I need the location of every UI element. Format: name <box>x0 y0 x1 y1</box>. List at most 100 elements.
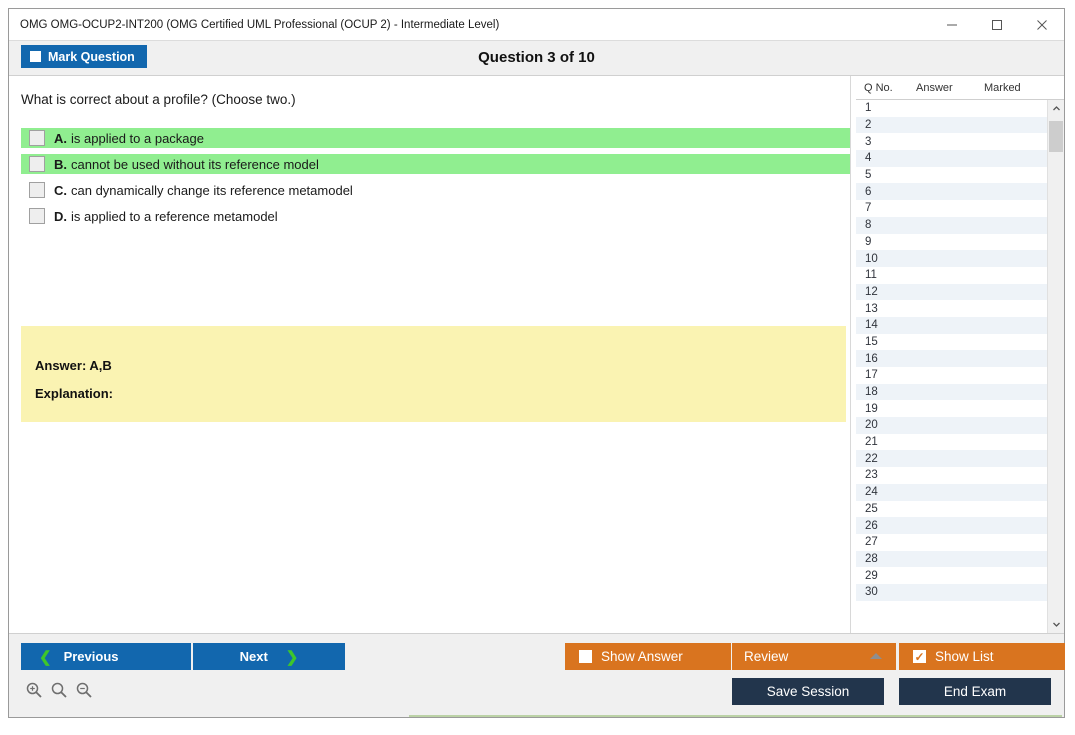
zoom-reset-icon[interactable] <box>50 681 68 704</box>
next-button-label: Next <box>240 649 268 664</box>
option-letter: A. <box>54 131 67 146</box>
end-exam-button[interactable]: End Exam <box>899 678 1051 705</box>
question-list-row[interactable]: 23 <box>856 467 1047 484</box>
row-question-number: 19 <box>856 403 915 415</box>
column-header-qno: Q No. <box>856 82 916 94</box>
row-question-number: 28 <box>856 553 915 565</box>
previous-button[interactable]: ❮ Previous <box>21 643 191 670</box>
question-list-row[interactable]: 8 <box>856 217 1047 234</box>
row-question-number: 4 <box>856 152 915 164</box>
option-text: cannot be used without its reference mod… <box>71 157 319 172</box>
option-checkbox-icon[interactable] <box>29 130 45 146</box>
question-list-row[interactable]: 10 <box>856 250 1047 267</box>
question-list-row[interactable]: 11 <box>856 267 1047 284</box>
scroll-up-arrow-icon[interactable] <box>1048 100 1064 117</box>
question-list-row[interactable]: 1 <box>856 100 1047 117</box>
close-button[interactable] <box>1019 10 1064 40</box>
answer-option-a[interactable]: A.is applied to a package <box>21 128 850 148</box>
question-list-row[interactable]: 22 <box>856 450 1047 467</box>
answer-options-list: A.is applied to a package B.cannot be use… <box>21 128 850 232</box>
question-list-row[interactable]: 28 <box>856 551 1047 568</box>
question-list-row[interactable]: 3 <box>856 133 1047 150</box>
option-checkbox-icon[interactable] <box>29 208 45 224</box>
row-question-number: 25 <box>856 503 915 515</box>
question-list-row[interactable]: 19 <box>856 400 1047 417</box>
explanation-line: Explanation: <box>35 386 113 401</box>
row-question-number: 3 <box>856 136 915 148</box>
question-list-scrollbar[interactable] <box>1047 100 1064 633</box>
minimize-button[interactable] <box>929 10 974 40</box>
row-question-number: 8 <box>856 219 915 231</box>
row-question-number: 15 <box>856 336 915 348</box>
option-checkbox-icon[interactable] <box>29 156 45 172</box>
question-list-row[interactable]: 13 <box>856 300 1047 317</box>
question-list-row[interactable]: 27 <box>856 534 1047 551</box>
caret-up-icon[interactable] <box>870 653 882 659</box>
row-question-number: 6 <box>856 186 915 198</box>
question-list-row[interactable]: 18 <box>856 384 1047 401</box>
mark-question-button[interactable]: Mark Question <box>21 45 147 68</box>
check-icon: ✓ <box>914 651 924 663</box>
option-letter: D. <box>54 209 67 224</box>
question-list-row[interactable]: 9 <box>856 234 1047 251</box>
column-header-answer: Answer <box>916 82 984 94</box>
question-list-row[interactable]: 12 <box>856 284 1047 301</box>
row-question-number: 12 <box>856 286 915 298</box>
option-checkbox-icon[interactable] <box>29 182 45 198</box>
zoom-out-icon[interactable] <box>75 681 93 704</box>
row-question-number: 17 <box>856 369 915 381</box>
answer-option-c[interactable]: C.can dynamically change its reference m… <box>21 180 850 200</box>
row-question-number: 22 <box>856 453 915 465</box>
row-question-number: 7 <box>856 202 915 214</box>
question-pane: What is correct about a profile? (Choose… <box>9 76 851 633</box>
question-list-row[interactable]: 29 <box>856 567 1047 584</box>
question-list-row[interactable]: 2 <box>856 117 1047 134</box>
row-question-number: 11 <box>856 269 915 281</box>
question-counter: Question 3 of 10 <box>9 41 1064 75</box>
question-list-row[interactable]: 30 <box>856 584 1047 601</box>
zoom-in-icon[interactable] <box>25 681 43 704</box>
question-list-row[interactable]: 21 <box>856 434 1047 451</box>
show-answer-button[interactable]: Show Answer <box>565 643 731 670</box>
show-answer-checkbox-icon[interactable] <box>579 650 592 663</box>
bottom-bar: ❮ Previous Next ❯ Show Answer Review <box>9 633 1064 717</box>
question-list-row[interactable]: 24 <box>856 484 1047 501</box>
answer-option-b[interactable]: B.cannot be used without its reference m… <box>21 154 850 174</box>
question-list-row[interactable]: 17 <box>856 367 1047 384</box>
save-session-button[interactable]: Save Session <box>732 678 884 705</box>
mark-question-label: Mark Question <box>48 50 135 64</box>
next-button[interactable]: Next ❯ <box>193 643 345 670</box>
row-question-number: 23 <box>856 469 915 481</box>
answer-explanation-panel: Answer: A,B Explanation: <box>21 326 846 422</box>
option-letter: C. <box>54 183 67 198</box>
row-question-number: 16 <box>856 353 915 365</box>
question-list-row[interactable]: 14 <box>856 317 1047 334</box>
save-session-label: Save Session <box>767 684 850 699</box>
show-answer-label: Show Answer <box>601 649 683 664</box>
question-list-row[interactable]: 6 <box>856 183 1047 200</box>
question-list-row[interactable]: 5 <box>856 167 1047 184</box>
question-list-row[interactable]: 25 <box>856 501 1047 518</box>
row-question-number: 20 <box>856 419 915 431</box>
review-dropdown-button[interactable]: Review <box>732 643 896 670</box>
question-list-row[interactable]: 26 <box>856 517 1047 534</box>
show-list-checkbox-icon[interactable]: ✓ <box>913 650 926 663</box>
question-list-row[interactable]: 20 <box>856 417 1047 434</box>
question-list-scroll-area[interactable]: 1234567891011121314151617181920212223242… <box>856 100 1064 633</box>
show-list-button[interactable]: ✓ Show List <box>899 643 1065 670</box>
question-list-row[interactable]: 15 <box>856 334 1047 351</box>
answer-option-d[interactable]: D.is applied to a reference metamodel <box>21 206 850 226</box>
row-question-number: 5 <box>856 169 915 181</box>
row-question-number: 29 <box>856 570 915 582</box>
question-list-row[interactable]: 7 <box>856 200 1047 217</box>
scrollbar-thumb[interactable] <box>1049 121 1063 152</box>
row-question-number: 24 <box>856 486 915 498</box>
row-question-number: 21 <box>856 436 915 448</box>
zoom-controls <box>25 681 93 704</box>
mark-question-checkbox-icon[interactable] <box>30 51 41 62</box>
row-question-number: 2 <box>856 119 915 131</box>
maximize-button[interactable] <box>974 10 1019 40</box>
question-list-row[interactable]: 4 <box>856 150 1047 167</box>
scroll-down-arrow-icon[interactable] <box>1048 616 1064 633</box>
question-list-row[interactable]: 16 <box>856 350 1047 367</box>
